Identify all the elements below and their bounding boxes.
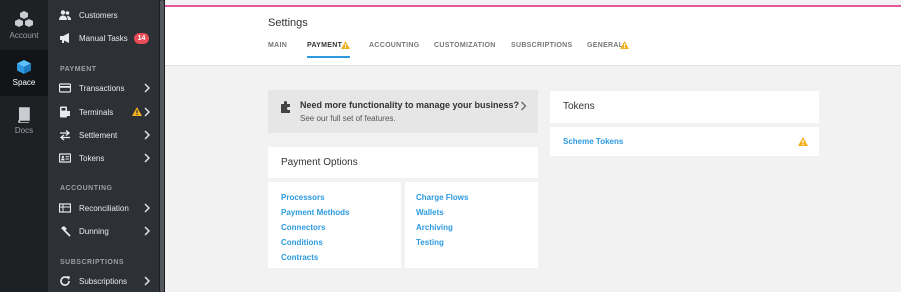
sidebar: Customers Manual Tasks 14 PAYMENT Transa… [48,0,159,292]
chevron-right-icon [144,203,150,213]
link-contracts[interactable]: Contracts [281,253,318,262]
puzzle-icon [281,101,290,113]
rail-space-label: Space [12,78,36,87]
refresh-icon [60,276,70,286]
sidebar-item-customers[interactable]: Customers [48,5,159,25]
section-accounting: ACCOUNTING [60,185,113,192]
ledger-icon [59,203,71,213]
sidebar-item-reconciliation[interactable]: Reconciliation [48,198,159,218]
id-card-icon [59,153,71,163]
sidebar-item-label: Transactions [79,83,125,93]
link-conditions[interactable]: Conditions [281,238,323,247]
tab-subscriptions[interactable]: SUBSCRIPTIONS [511,42,572,49]
app-rail: Account Space Docs [0,0,48,292]
chevron-right-icon [144,226,150,236]
sidebar-item-label: Terminals [79,107,114,117]
sidebar-item-transactions[interactable]: Transactions [48,78,159,98]
settings-header: Settings [165,7,901,66]
sidebar-item-manual-tasks[interactable]: Manual Tasks 14 [48,28,159,48]
card-column-divider [401,182,405,268]
rail-space[interactable]: Space [0,50,48,96]
tab-accounting[interactable]: ACCOUNTING [369,42,419,49]
tab-customization[interactable]: CUSTOMIZATION [434,42,496,49]
payment-options-title: Payment Options [281,157,358,168]
promo-title: Need more functionality to manage your b… [300,100,520,110]
link-wallets[interactable]: Wallets [416,208,444,217]
megaphone-icon [60,33,69,43]
space-cube-icon [17,60,31,74]
upgrade-promo-banner[interactable]: Need more functionality to manage your b… [268,90,538,133]
sidebar-item-label: Dunning [79,226,109,236]
warning-icon [620,41,629,49]
link-connectors[interactable]: Connectors [281,223,325,232]
link-payment-methods[interactable]: Payment Methods [281,208,349,217]
hammer-icon [61,226,71,237]
link-charge-flows[interactable]: Charge Flows [416,193,468,202]
section-payment: PAYMENT [60,66,97,73]
sidebar-item-label: Manual Tasks [79,33,128,43]
tokens-title: Tokens [563,101,595,112]
tab-general[interactable]: GENERAL [587,42,623,49]
sidebar-item-terminals[interactable]: Terminals [48,102,159,122]
page-title: Settings [268,17,308,29]
tab-payment[interactable]: PAYMENT [307,42,342,49]
sidebar-item-label: Reconciliation [79,203,129,213]
rail-docs-label: Docs [14,126,34,135]
link-testing[interactable]: Testing [416,238,444,247]
link-archiving[interactable]: Archiving [416,223,453,232]
rail-docs[interactable]: Docs [0,100,48,144]
promo-subtitle: See our full set of features. [300,114,396,123]
sidebar-item-label: Subscriptions [79,276,128,286]
active-tab-indicator [307,56,350,58]
warning-icon [341,41,350,49]
card-icon [59,83,71,93]
main-content: Settings MAIN PAYMENT ACCOUNTING CUSTOMI… [165,0,901,292]
chevron-right-icon [144,107,150,117]
sidebar-item-label: Tokens [79,153,105,163]
warning-icon [132,107,142,116]
rail-account-label: Account [9,31,39,40]
chevron-right-icon [144,130,150,140]
link-processors[interactable]: Processors [281,193,325,202]
section-subscriptions: SUBSCRIPTIONS [60,259,125,266]
sidebar-item-tokens[interactable]: Tokens [48,148,159,168]
scrollbar-thumb[interactable] [160,0,164,292]
sidebar-item-dunning[interactable]: Dunning [48,221,159,241]
sidebar-item-settlement[interactable]: Settlement [48,125,159,145]
terminal-icon [60,106,70,118]
sidebar-item-label: Customers [79,10,118,20]
chevron-right-icon [144,83,150,93]
book-icon [18,107,30,123]
rail-account[interactable]: Account [0,0,48,48]
tab-main[interactable]: MAIN [268,42,287,49]
transfer-icon [59,130,71,141]
chevron-right-icon [521,101,527,111]
warning-icon [798,137,808,146]
link-scheme-tokens[interactable]: Scheme Tokens [563,137,623,146]
chevron-right-icon [144,276,150,286]
customers-icon [59,10,71,20]
account-cubes-icon [15,11,33,27]
card-divider [550,123,819,127]
sidebar-item-label: Settlement [79,130,118,140]
tasks-count-badge: 14 [134,33,149,44]
sidebar-item-subscriptions[interactable]: Subscriptions [48,271,159,291]
chevron-right-icon [144,153,150,163]
